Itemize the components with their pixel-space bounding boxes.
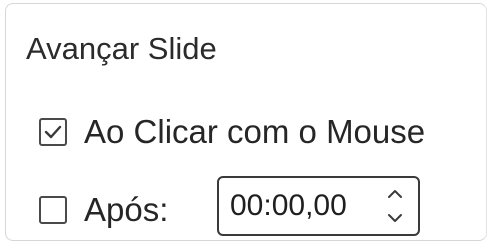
spinner-arrows: [382, 184, 408, 228]
after-time-spinner[interactable]: 00:00,00: [217, 176, 420, 236]
checkmark-icon: [44, 125, 62, 139]
after-label[interactable]: Após:: [84, 190, 168, 230]
section-title: Avançar Slide: [26, 31, 217, 66]
after-time-input[interactable]: 00:00,00: [230, 188, 370, 224]
chevron-up-icon[interactable]: [382, 184, 408, 204]
advance-slide-panel: Avançar Slide Ao Clicar com o Mouse Após…: [5, 3, 487, 241]
on-mouse-click-option[interactable]: Ao Clicar com o Mouse: [39, 112, 425, 152]
after-checkbox[interactable]: [39, 196, 67, 224]
after-option[interactable]: Após:: [39, 190, 168, 230]
on-mouse-click-checkbox[interactable]: [39, 118, 67, 146]
on-mouse-click-label[interactable]: Ao Clicar com o Mouse: [84, 112, 425, 152]
chevron-down-icon[interactable]: [382, 208, 408, 228]
